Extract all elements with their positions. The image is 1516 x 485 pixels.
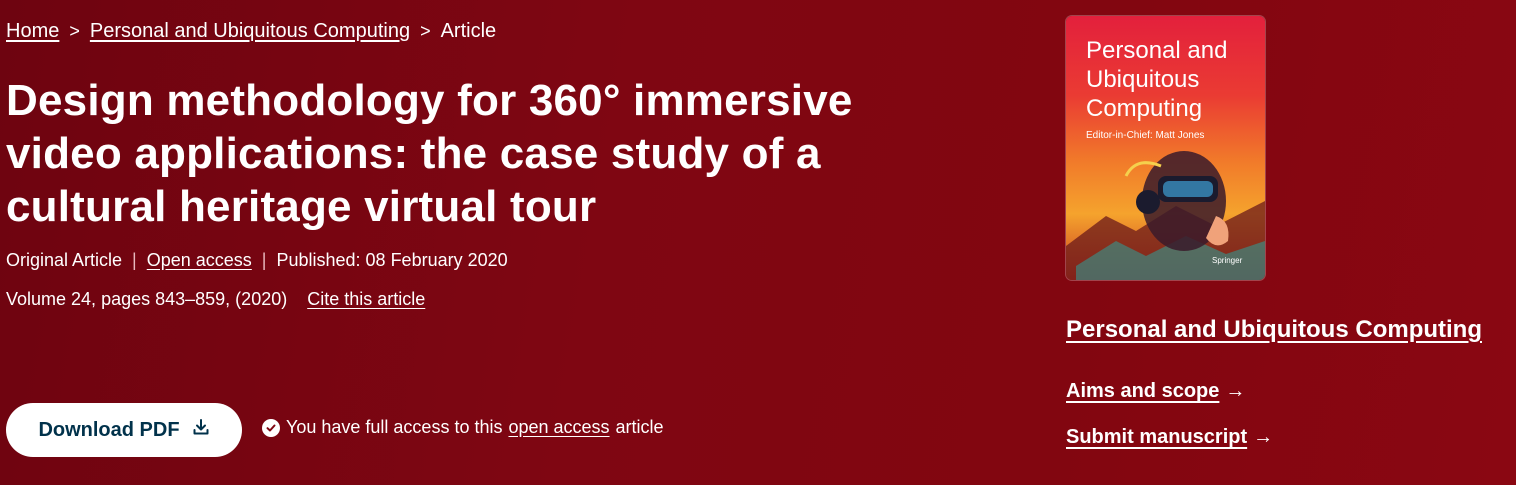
submit-manuscript-link[interactable]: Submit manuscript → (1066, 426, 1273, 449)
access-notice: You have full access to this open access… (262, 417, 664, 438)
breadcrumb-current: Article (440, 20, 497, 42)
breadcrumb-separator: > (420, 21, 431, 41)
cover-editor: Editor-in-Chief: Matt Jones (1086, 130, 1205, 141)
meta-divider: | (261, 250, 267, 270)
breadcrumb-separator: > (69, 21, 80, 41)
cover-publisher: Springer (1212, 256, 1243, 265)
volume-info: Volume 24, pages 843–859, (2020) (6, 289, 288, 309)
article-type: Original Article (6, 250, 123, 270)
breadcrumb-journal-link[interactable]: Personal and Ubiquitous Computing (90, 20, 410, 43)
article-volume-row: Volume 24, pages 843–859, (2020) Cite th… (6, 289, 425, 310)
arrow-right-icon: → (1225, 380, 1246, 402)
journal-cover-image[interactable]: Personal and Ubiquitous Computing Editor… (1066, 16, 1265, 280)
breadcrumb: Home > Personal and Ubiquitous Computing… (6, 20, 496, 43)
published-date: Published: 08 February 2020 (276, 250, 508, 270)
article-meta: Original Article | Open access | Publish… (6, 250, 508, 271)
breadcrumb-home-link[interactable]: Home (6, 20, 59, 43)
access-suffix: article (615, 417, 664, 437)
aims-and-scope-link[interactable]: Aims and scope → (1066, 380, 1245, 403)
article-title: Design methodology for 360° immersive vi… (6, 76, 853, 231)
download-pdf-label: Download PDF (38, 418, 180, 441)
access-prefix: You have full access to this (286, 417, 503, 437)
arrow-right-icon: → (1253, 426, 1274, 448)
cite-article-link[interactable]: Cite this article (307, 289, 425, 310)
access-open-access-link[interactable]: open access (508, 417, 609, 438)
open-access-link[interactable]: Open access (147, 250, 252, 271)
check-circle-icon (262, 418, 280, 437)
meta-divider: | (132, 250, 137, 270)
aims-and-scope-label: Aims and scope (1066, 380, 1220, 402)
cover-title: Personal and Ubiquitous Computing (1086, 37, 1228, 122)
submit-manuscript-label: Submit manuscript (1066, 426, 1248, 448)
download-icon (192, 418, 210, 442)
journal-name-link[interactable]: Personal and Ubiquitous Computing (1066, 316, 1482, 344)
download-pdf-button[interactable]: Download PDF (6, 403, 242, 457)
